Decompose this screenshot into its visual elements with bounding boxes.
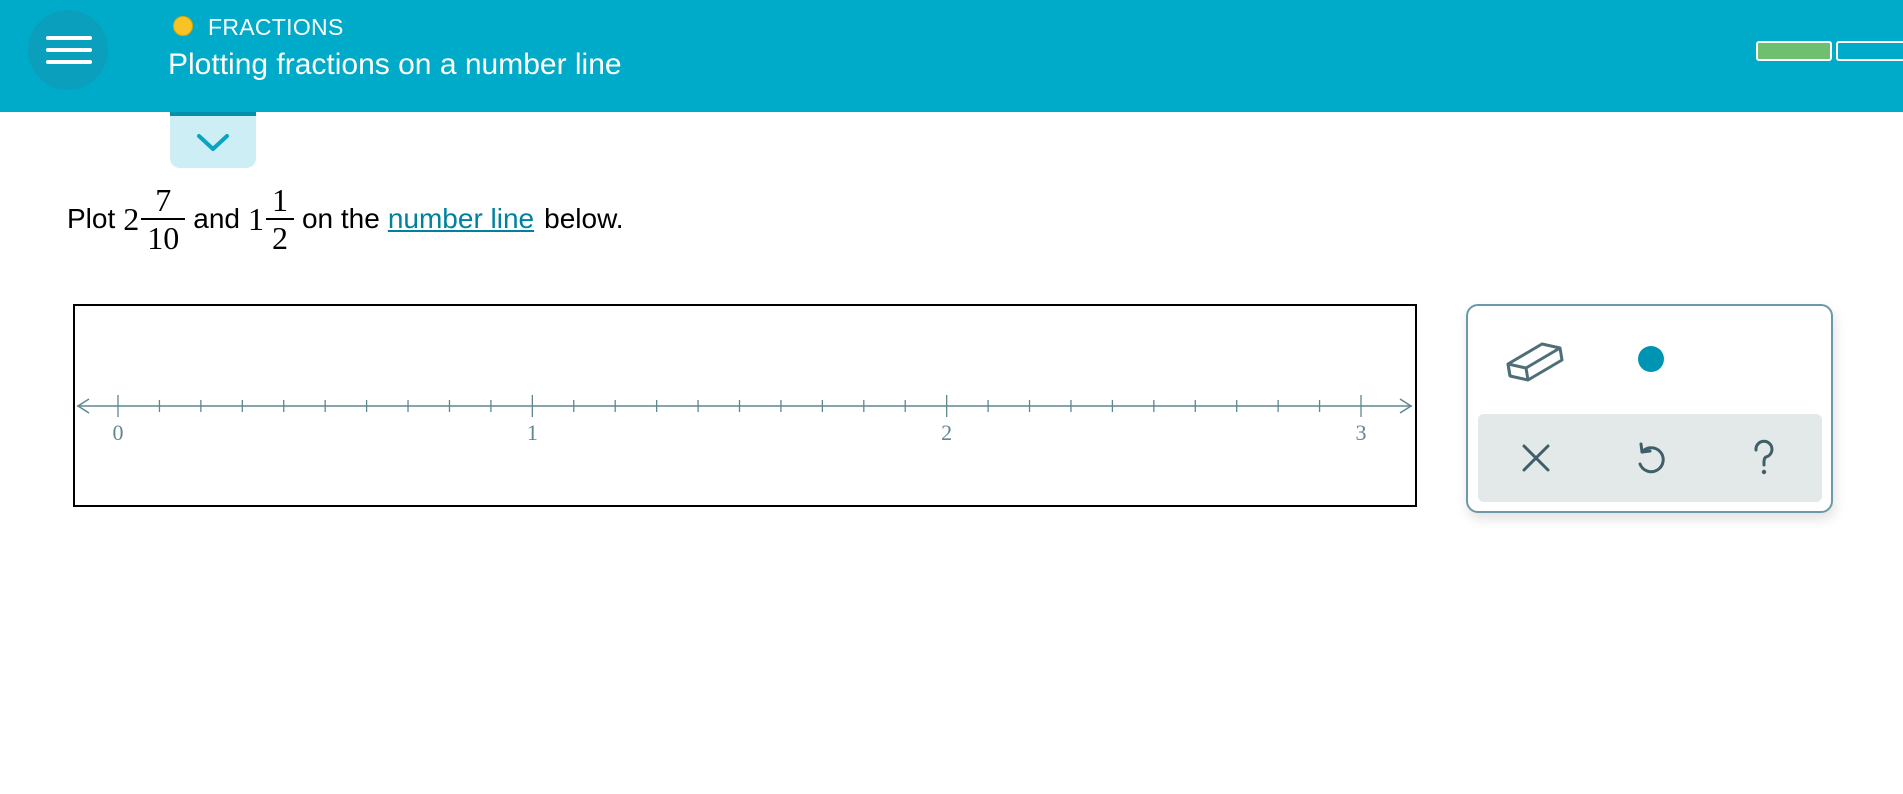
fraction-denominator: 2 [265,218,294,256]
number-line[interactable]: 0 1 2 3 [75,306,1415,505]
mixed-number-1: 2 7 10 [123,182,186,256]
mixed-number-2-whole: 1 [247,200,264,237]
mixed-number-2: 1 1 2 [248,182,294,256]
question-text: Plot 2 7 10 and 1 1 2 on the number line… [67,174,632,264]
help-icon [1754,439,1774,475]
tool-panel [1466,304,1833,513]
hamburger-icon-bar [46,60,92,64]
clear-button[interactable] [1514,436,1558,480]
hamburger-icon [46,36,92,40]
eraser-icon [1506,342,1564,382]
progress-segment-empty [1836,41,1903,61]
undo-icon [1638,442,1665,474]
mixed-number-1-whole: 2 [123,200,140,237]
action-bar [1478,414,1822,502]
tick-label: 0 [113,420,124,445]
point-tool-button[interactable] [1638,346,1664,372]
eraser-tool-button[interactable] [1502,334,1568,386]
mixed-number-1-fraction: 7 10 [141,182,186,256]
tick-label: 1 [527,420,538,445]
header-bar: FRACTIONS Plotting fractions on a number… [0,0,1903,112]
help-button[interactable] [1742,436,1786,480]
question-conjunction: and [193,203,240,234]
question-prefix: Plot [67,203,116,234]
fraction-denominator: 10 [141,218,186,256]
tick-label: 3 [1356,420,1367,445]
chevron-down-icon [197,134,229,151]
mixed-number-2-fraction: 1 2 [265,182,294,256]
question-mid-text: on the [301,203,380,234]
tick-label: 2 [941,420,952,445]
fraction-numerator: 1 [271,182,288,218]
close-icon [1522,444,1550,472]
hamburger-icon-bar [46,48,92,52]
number-line-glossary-link[interactable]: number line [388,203,534,235]
topic-label: FRACTIONS [208,14,344,40]
topic-status-dot [173,16,193,36]
collapse-header-button[interactable] [170,112,256,168]
progress-segment-complete [1756,41,1832,61]
number-line-plot-area[interactable]: 0 1 2 3 [73,304,1417,507]
undo-button[interactable] [1628,436,1672,480]
page-title: Plotting fractions on a number line [168,48,622,81]
question-suffix: below. [544,203,624,234]
menu-button[interactable] [28,10,108,90]
fraction-numerator: 7 [155,182,172,218]
